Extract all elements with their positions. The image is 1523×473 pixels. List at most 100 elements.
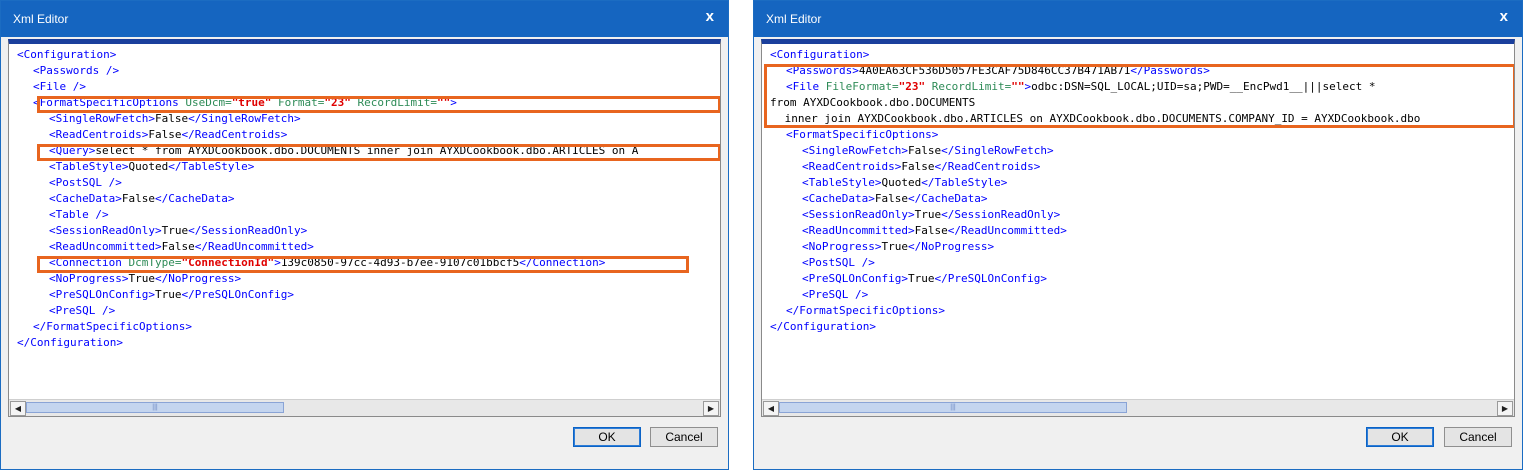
xml-line: <ReadUncommitted>False</ReadUncommitted> <box>762 223 1514 239</box>
xml-line: </Configuration> <box>9 335 720 351</box>
xml-token: <SessionReadOnly> <box>49 224 162 237</box>
xml-token: <SingleRowFetch> <box>49 112 155 125</box>
xml-line: <Passwords /> <box>9 63 720 79</box>
xml-line: <Configuration> <box>762 47 1514 63</box>
xml-line: <SessionReadOnly>True</SessionReadOnly> <box>9 223 720 239</box>
xml-token: True <box>154 288 182 301</box>
xml-line: <PreSQL /> <box>9 303 720 319</box>
xml-token: Quoted <box>128 160 169 173</box>
xml-token: <PostSQL /> <box>802 256 875 269</box>
xml-token: <CacheData> <box>802 192 875 205</box>
xml-line: <TableStyle>Quoted</TableStyle> <box>9 159 720 175</box>
cancel-button[interactable]: Cancel <box>1444 427 1512 447</box>
scroll-left-icon[interactable]: ◀ <box>10 401 26 416</box>
xml-token: </ReadUncommitted> <box>947 224 1067 237</box>
xml-token: False <box>901 160 935 173</box>
xml-token: </ReadCentroids> <box>934 160 1041 173</box>
xml-token: <ReadCentroids> <box>802 160 902 173</box>
scroll-right-icon[interactable]: ▶ <box>1497 401 1513 416</box>
highlight-box <box>37 256 689 273</box>
xml-token: <SessionReadOnly> <box>802 208 915 221</box>
title-bar[interactable]: Xml Editor x <box>1 1 728 37</box>
xml-line: <SingleRowFetch>False</SingleRowFetch> <box>762 143 1514 159</box>
xml-token: </SessionReadOnly> <box>188 224 308 237</box>
xml-token: </CacheData> <box>907 192 988 205</box>
xml-token: </PreSQLOnConfig> <box>934 272 1048 285</box>
xml-token: <PostSQL /> <box>49 176 122 189</box>
xml-token: Quoted <box>881 176 922 189</box>
horizontal-scrollbar[interactable]: ◀ ||| ▶ <box>762 399 1514 416</box>
xml-line: <CacheData>False</CacheData> <box>9 191 720 207</box>
xml-code: <Configuration> <Passwords /> <File /> <For… <box>9 47 720 351</box>
xml-editor-dialog-left: Xml Editor x ▪▪▪▪▪▪ <Configuration> <Pass… <box>0 0 729 470</box>
xml-token: </Configuration> <box>770 320 876 333</box>
xml-line: <CacheData>False</CacheData> <box>762 191 1514 207</box>
splitter-grip-icon[interactable]: ▪▪▪▪▪▪ <box>356 44 373 45</box>
splitter-grip-icon[interactable]: ▪▪▪▪▪▪ <box>1129 44 1146 45</box>
close-icon[interactable]: x <box>1500 8 1508 25</box>
xml-token: <FormatSpecificOptions> <box>786 128 939 141</box>
xml-token: </TableStyle> <box>921 176 1008 189</box>
xml-token: True <box>907 272 935 285</box>
xml-token: True <box>161 224 189 237</box>
xml-line: <TableStyle>Quoted</TableStyle> <box>762 175 1514 191</box>
xml-token: <TableStyle> <box>49 160 129 173</box>
xml-token: <PreSQLOnConfig> <box>802 272 908 285</box>
xml-token: </NoProgress> <box>907 240 995 253</box>
xml-token: <ReadUncommitted> <box>49 240 162 253</box>
xml-token: </SessionReadOnly> <box>941 208 1061 221</box>
xml-line: <PostSQL /> <box>762 255 1514 271</box>
xml-token: </TableStyle> <box>168 160 255 173</box>
xml-line: </Configuration> <box>762 319 1514 335</box>
xml-token: True <box>914 208 942 221</box>
xml-line: <Configuration> <box>9 47 720 63</box>
xml-token: <ReadCentroids> <box>49 128 149 141</box>
xml-line: <NoProgress>True</NoProgress> <box>9 271 720 287</box>
xml-token: <Passwords /> <box>33 64 120 77</box>
xml-line: <Table /> <box>9 207 720 223</box>
xml-line: <PreSQL /> <box>762 287 1514 303</box>
xml-line: <NoProgress>True</NoProgress> <box>762 239 1514 255</box>
scroll-left-icon[interactable]: ◀ <box>763 401 779 416</box>
dialog-title: Xml Editor <box>766 12 822 26</box>
scroll-thumb[interactable]: ||| <box>779 402 1127 413</box>
title-bar[interactable]: Xml Editor x <box>754 1 1522 37</box>
xml-token: </NoProgress> <box>154 272 242 285</box>
highlight-box <box>37 144 720 161</box>
xml-token: False <box>874 192 908 205</box>
xml-token: </SingleRowFetch> <box>941 144 1054 157</box>
xml-token: <Table /> <box>49 208 109 221</box>
xml-token: False <box>914 224 948 237</box>
xml-token: </ReadCentroids> <box>181 128 288 141</box>
close-icon[interactable]: x <box>706 8 714 25</box>
xml-token: </CacheData> <box>154 192 235 205</box>
scroll-thumb[interactable]: ||| <box>26 402 284 413</box>
scroll-right-icon[interactable]: ▶ <box>703 401 719 416</box>
xml-line: <PostSQL /> <box>9 175 720 191</box>
xml-token: <PreSQLOnConfig> <box>49 288 155 301</box>
xml-line: <ReadCentroids>False</ReadCentroids> <box>9 127 720 143</box>
ok-button[interactable]: OK <box>573 427 641 447</box>
xml-line: </FormatSpecificOptions> <box>762 303 1514 319</box>
xml-token: False <box>148 128 182 141</box>
xml-token: <NoProgress> <box>49 272 129 285</box>
horizontal-scrollbar[interactable]: ◀ ||| ▶ <box>9 399 720 416</box>
cancel-button[interactable]: Cancel <box>650 427 718 447</box>
xml-token: </SingleRowFetch> <box>188 112 301 125</box>
ok-button[interactable]: OK <box>1366 427 1434 447</box>
xml-text-editor[interactable]: ▪▪▪▪▪▪ <Configuration> <Passwords>4A0EA63… <box>761 39 1515 417</box>
xml-token: <PreSQL /> <box>49 304 116 317</box>
xml-token: <Configuration> <box>770 48 870 61</box>
xml-token: True <box>128 272 155 285</box>
xml-line: <File /> <box>9 79 720 95</box>
xml-line: <ReadCentroids>False</ReadCentroids> <box>762 159 1514 175</box>
xml-line: <PreSQLOnConfig>True</PreSQLOnConfig> <box>9 287 720 303</box>
xml-token: </Configuration> <box>17 336 123 349</box>
xml-text-editor[interactable]: ▪▪▪▪▪▪ <Configuration> <Passwords /> <File… <box>8 39 721 417</box>
xml-token: </PreSQLOnConfig> <box>181 288 295 301</box>
xml-token: False <box>161 240 195 253</box>
highlight-box <box>764 64 1514 128</box>
xml-token: <PreSQL /> <box>802 288 869 301</box>
xml-token: <Configuration> <box>17 48 117 61</box>
xml-token: <ReadUncommitted> <box>802 224 915 237</box>
